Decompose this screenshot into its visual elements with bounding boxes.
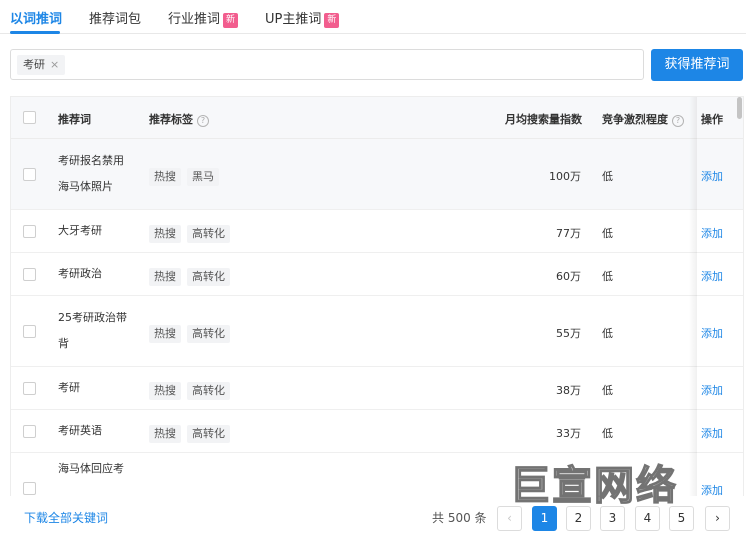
tag: 高转化 — [187, 382, 230, 400]
add-button[interactable]: 添加 — [701, 225, 723, 241]
monthly-search-cell: 100万 — [549, 170, 581, 183]
page-1-button[interactable]: 1 — [532, 506, 557, 531]
table-row: 考研英语 热搜 高转化 33万 低 添加 — [11, 410, 743, 453]
scrollbar-thumb[interactable] — [737, 97, 742, 119]
page-3-button[interactable]: 3 — [600, 506, 625, 531]
get-recommendations-button[interactable]: 获得推荐词 — [651, 49, 743, 81]
table-row: 考研政治 热搜 高转化 60万 低 添加 — [11, 253, 743, 296]
tag: 高转化 — [187, 268, 230, 286]
competition-cell: 低 — [602, 384, 613, 397]
add-button[interactable]: 添加 — [701, 382, 723, 398]
fixed-column-shadow — [689, 97, 697, 496]
tab-industry-words[interactable]: 行业推词新 — [168, 8, 239, 28]
row-checkbox[interactable] — [23, 168, 36, 181]
competition-cell: 低 — [602, 327, 613, 340]
competition-cell: 低 — [602, 427, 613, 440]
table-header: 推荐词 推荐标签? 月均搜索量指数 竞争激烈程度? 操作 — [11, 97, 743, 139]
keyword-cell: 大牙考研 — [58, 224, 102, 237]
tag-group: 热搜 高转化 — [149, 379, 236, 400]
keyword-cell: 考研英语 — [58, 424, 102, 437]
table-row: 大牙考研 热搜 高转化 77万 低 添加 — [11, 210, 743, 253]
row-checkbox[interactable] — [23, 325, 36, 338]
header-tags: 推荐标签? — [149, 111, 209, 127]
tag: 热搜 — [149, 168, 181, 186]
tag-group: 热搜 高转化 — [149, 422, 236, 443]
keyword-table: 推荐词 推荐标签? 月均搜索量指数 竞争激烈程度? 操作 考研报名禁用海马体照片… — [10, 96, 744, 496]
new-badge: 新 — [223, 13, 239, 28]
header-action: 操作 — [701, 113, 723, 126]
page-2-button[interactable]: 2 — [566, 506, 591, 531]
tag: 高转化 — [187, 325, 230, 343]
table-row: 25考研政治带背 热搜 高转化 55万 低 添加 — [11, 296, 743, 367]
tag: 高转化 — [187, 425, 230, 443]
monthly-search-cell: 55万 — [556, 327, 581, 340]
tab-bar: 以词推词 推荐词包 行业推词新 UP主推词新 — [0, 0, 746, 34]
tag: 高转化 — [187, 225, 230, 243]
header-monthly-search: 月均搜索量指数 — [505, 113, 582, 126]
chip-close-icon[interactable]: × — [50, 58, 59, 71]
help-icon[interactable]: ? — [672, 115, 684, 127]
keyword-cell: 考研政治 — [58, 267, 102, 280]
header-keyword: 推荐词 — [58, 113, 91, 126]
tab-up-creator-words[interactable]: UP主推词新 — [265, 8, 340, 28]
keyword-cell: 海马体回应考 — [58, 462, 124, 475]
header-competition: 竞争激烈程度? — [602, 111, 684, 127]
tag-group: 热搜 高转化 — [149, 322, 236, 343]
row-checkbox[interactable] — [23, 382, 36, 395]
tag-group: 热搜 黑马 — [149, 165, 225, 186]
row-checkbox[interactable] — [23, 268, 36, 281]
tab-word-to-word[interactable]: 以词推词 — [10, 8, 62, 27]
tag-group: 热搜 高转化 — [149, 265, 236, 286]
keyword-cell: 考研 — [58, 381, 80, 394]
add-button[interactable]: 添加 — [701, 268, 723, 284]
tag: 黑马 — [187, 168, 219, 186]
help-icon[interactable]: ? — [197, 115, 209, 127]
table-row: 考研 热搜 高转化 38万 低 添加 — [11, 367, 743, 410]
next-page-button[interactable]: › — [705, 506, 730, 531]
competition-cell: 低 — [602, 170, 613, 183]
monthly-search-cell: 38万 — [556, 384, 581, 397]
select-all-checkbox[interactable] — [23, 111, 36, 124]
tag: 热搜 — [149, 268, 181, 286]
table-row: 考研报名禁用海马体照片 热搜 黑马 100万 低 添加 — [11, 139, 743, 210]
tab-recommended-packs[interactable]: 推荐词包 — [89, 8, 141, 27]
tag: 热搜 — [149, 325, 181, 343]
tag: 热搜 — [149, 425, 181, 443]
prev-page-button[interactable]: ‹ — [497, 506, 522, 531]
monthly-search-cell: 60万 — [556, 270, 581, 283]
tag-group: 热搜 高转化 — [149, 222, 236, 243]
row-checkbox[interactable] — [23, 225, 36, 238]
tag: 热搜 — [149, 382, 181, 400]
keyword-cell: 25考研政治带背 — [58, 311, 127, 350]
add-button[interactable]: 添加 — [701, 325, 723, 341]
add-button[interactable]: 添加 — [701, 482, 723, 496]
table-row: 海马体回应考 添加 — [11, 453, 743, 496]
competition-cell: 低 — [602, 227, 613, 240]
tag: 热搜 — [149, 225, 181, 243]
page-4-button[interactable]: 4 — [635, 506, 660, 531]
new-badge: 新 — [324, 13, 340, 28]
monthly-search-cell: 33万 — [556, 427, 581, 440]
download-all-keywords-link[interactable]: 下载全部关键词 — [24, 509, 108, 526]
page-5-button[interactable]: 5 — [669, 506, 694, 531]
add-button[interactable]: 添加 — [701, 425, 723, 441]
total-count: 共 500 条 — [432, 511, 487, 525]
add-button[interactable]: 添加 — [701, 168, 723, 184]
keyword-chip: 考研 × — [17, 55, 66, 75]
active-tab-indicator — [10, 31, 60, 34]
keyword-input[interactable]: 考研 × — [10, 49, 644, 80]
row-checkbox[interactable] — [23, 425, 36, 438]
keyword-cell: 考研报名禁用海马体照片 — [58, 154, 124, 193]
monthly-search-cell: 77万 — [556, 227, 581, 240]
competition-cell: 低 — [602, 270, 613, 283]
row-checkbox[interactable] — [23, 482, 36, 495]
